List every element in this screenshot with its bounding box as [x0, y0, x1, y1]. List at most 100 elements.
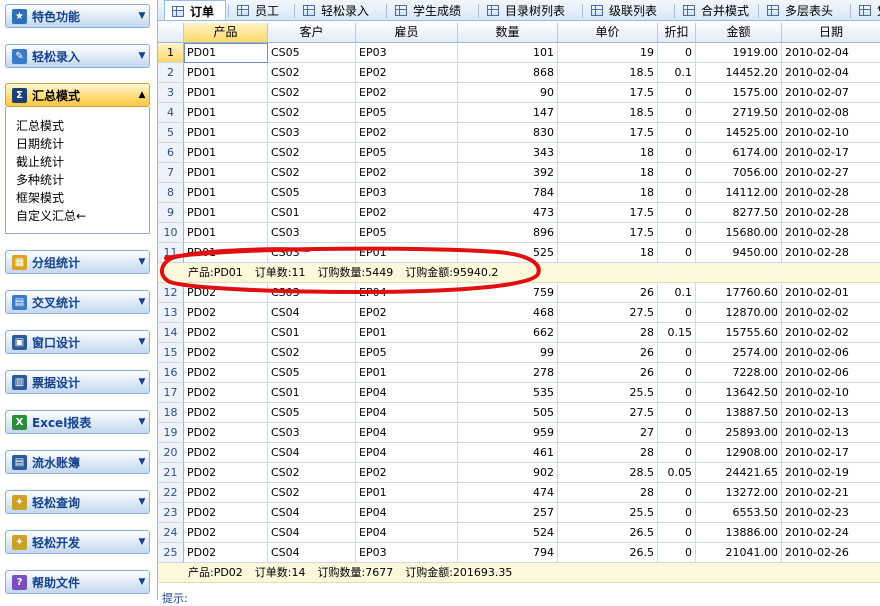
cell-price[interactable]: 27	[558, 423, 658, 443]
col-header-date[interactable]: 日期	[782, 23, 880, 43]
cell-discount[interactable]: 0	[658, 303, 696, 323]
row-number[interactable]: 15	[158, 343, 184, 363]
cell-amount[interactable]: 2719.50	[696, 103, 782, 123]
cell-price[interactable]: 26	[558, 283, 658, 303]
cell-discount[interactable]: 0.05	[658, 463, 696, 483]
cell-date[interactable]: 2010-02-04	[782, 63, 880, 83]
table-row[interactable]: 22 PD02 CS02 EP01 474 28 0 13272.00 2010-02-21	[158, 483, 880, 503]
cell-quantity[interactable]: 392	[458, 163, 558, 183]
cell-price[interactable]: 28	[558, 443, 658, 463]
cell-quantity[interactable]: 343	[458, 143, 558, 163]
cell-discount[interactable]: 0	[658, 163, 696, 183]
cell-product[interactable]: PD02	[184, 443, 268, 463]
cell-price[interactable]: 27.5	[558, 303, 658, 323]
cell-quantity[interactable]: 101	[458, 43, 558, 63]
cell-price[interactable]: 28	[558, 323, 658, 343]
table-row[interactable]: 15 PD02 CS02 EP05 99 26 0 2574.00 2010-02-06	[158, 343, 880, 363]
cell-price[interactable]: 18	[558, 243, 658, 263]
panel-window-design[interactable]: ▣ 窗口设计 ▼	[5, 330, 150, 354]
table-row[interactable]: 17 PD02 CS01 EP04 535 25.5 0 13642.50 2010-02-10	[158, 383, 880, 403]
cell-price[interactable]: 18	[558, 183, 658, 203]
panel-help-files[interactable]: ? 帮助文件 ▼	[5, 570, 150, 594]
cell-customer[interactable]: CS04	[268, 523, 356, 543]
table-row[interactable]: 11 PD01 CS03 EP01 525 18 0 9450.00 2010-02-28	[158, 243, 880, 263]
cell-employee[interactable]: EP02	[356, 463, 458, 483]
row-number[interactable]: 7	[158, 163, 184, 183]
cell-quantity[interactable]: 794	[458, 543, 558, 563]
cell-customer[interactable]: CS05	[268, 403, 356, 423]
cell-product[interactable]: PD02	[184, 463, 268, 483]
cell-date[interactable]: 2010-02-28	[782, 183, 880, 203]
cell-product[interactable]: PD02	[184, 343, 268, 363]
table-row[interactable]: 9 PD01 CS01 EP02 473 17.5 0 8277.50 2010-02-28	[158, 203, 880, 223]
cell-product[interactable]: PD02	[184, 483, 268, 503]
cell-product[interactable]: PD01	[184, 243, 268, 263]
cell-date[interactable]: 2010-02-06	[782, 343, 880, 363]
cell-price[interactable]: 25.5	[558, 383, 658, 403]
row-number[interactable]: 17	[158, 383, 184, 403]
cell-discount[interactable]: 0	[658, 423, 696, 443]
cell-amount[interactable]: 14525.00	[696, 123, 782, 143]
cell-quantity[interactable]: 99	[458, 343, 558, 363]
row-number[interactable]: 11	[158, 243, 184, 263]
cell-price[interactable]: 18.5	[558, 103, 658, 123]
cell-product[interactable]: PD02	[184, 423, 268, 443]
cell-product[interactable]: PD01	[184, 183, 268, 203]
cell-employee[interactable]: EP03	[356, 43, 458, 63]
table-row[interactable]: 23 PD02 CS04 EP04 257 25.5 0 6553.50 2010-02-23	[158, 503, 880, 523]
cell-amount[interactable]: 21041.00	[696, 543, 782, 563]
summary-item-multi-stats[interactable]: 多种统计	[16, 171, 149, 189]
cell-employee[interactable]: EP02	[356, 63, 458, 83]
cell-quantity[interactable]: 90	[458, 83, 558, 103]
summary-item-frame-mode[interactable]: 框架模式	[16, 189, 149, 207]
cell-quantity[interactable]: 147	[458, 103, 558, 123]
cell-customer[interactable]: CS03	[268, 123, 356, 143]
cell-customer[interactable]: CS02	[268, 83, 356, 103]
cell-price[interactable]: 17.5	[558, 223, 658, 243]
panel-group-stats[interactable]: ▦ 分组统计 ▼	[5, 250, 150, 274]
cell-price[interactable]: 26	[558, 343, 658, 363]
table-row[interactable]: 6 PD01 CS02 EP05 343 18 0 6174.00 2010-02-17	[158, 143, 880, 163]
cell-discount[interactable]: 0	[658, 503, 696, 523]
cell-product[interactable]: PD02	[184, 403, 268, 423]
cell-amount[interactable]: 15755.60	[696, 323, 782, 343]
cell-discount[interactable]: 0	[658, 543, 696, 563]
cell-customer[interactable]: CS03	[268, 423, 356, 443]
tab-merge-mode[interactable]: 合并模式	[676, 0, 756, 20]
cell-amount[interactable]: 7228.00	[696, 363, 782, 383]
cell-amount[interactable]: 17760.60	[696, 283, 782, 303]
cell-customer[interactable]: CS02	[268, 143, 356, 163]
cell-date[interactable]: 2010-02-08	[782, 103, 880, 123]
cell-price[interactable]: 28.5	[558, 463, 658, 483]
table-row[interactable]: 24 PD02 CS04 EP04 524 26.5 0 13886.00 2010-02-24	[158, 523, 880, 543]
cell-amount[interactable]: 1575.00	[696, 83, 782, 103]
cell-product[interactable]: PD01	[184, 143, 268, 163]
cell-quantity[interactable]: 505	[458, 403, 558, 423]
tab-student-scores[interactable]: 学生成绩	[388, 0, 476, 20]
cell-discount[interactable]: 0	[658, 123, 696, 143]
cell-quantity[interactable]: 468	[458, 303, 558, 323]
cell-employee[interactable]: EP04	[356, 503, 458, 523]
cell-date[interactable]: 2010-02-06	[782, 363, 880, 383]
cell-price[interactable]: 18.5	[558, 63, 658, 83]
cell-date[interactable]: 2010-02-02	[782, 303, 880, 323]
cell-employee[interactable]: EP02	[356, 123, 458, 143]
cell-customer[interactable]: CS04	[268, 503, 356, 523]
cell-discount[interactable]: 0	[658, 83, 696, 103]
cell-product[interactable]: PD02	[184, 383, 268, 403]
cell-date[interactable]: 2010-02-01	[782, 283, 880, 303]
panel-easy-input[interactable]: ✎ 轻松录入 ▼	[5, 44, 150, 68]
table-row[interactable]: 1 PD01 CS05 EP03 101 19 0 1919.00 2010-02-04	[158, 43, 880, 63]
cell-price[interactable]: 28	[558, 483, 658, 503]
col-header-employee[interactable]: 雇员	[356, 23, 458, 43]
cell-amount[interactable]: 15680.00	[696, 223, 782, 243]
cell-date[interactable]: 2010-02-28	[782, 203, 880, 223]
cell-discount[interactable]: 0	[658, 203, 696, 223]
cell-discount[interactable]: 0	[658, 243, 696, 263]
summary-item-date-stats[interactable]: 日期统计	[16, 135, 149, 153]
cell-employee[interactable]: EP04	[356, 283, 458, 303]
col-header-amount[interactable]: 金额	[696, 23, 782, 43]
cell-quantity[interactable]: 535	[458, 383, 558, 403]
cell-employee[interactable]: EP04	[356, 403, 458, 423]
cell-employee[interactable]: EP03	[356, 543, 458, 563]
